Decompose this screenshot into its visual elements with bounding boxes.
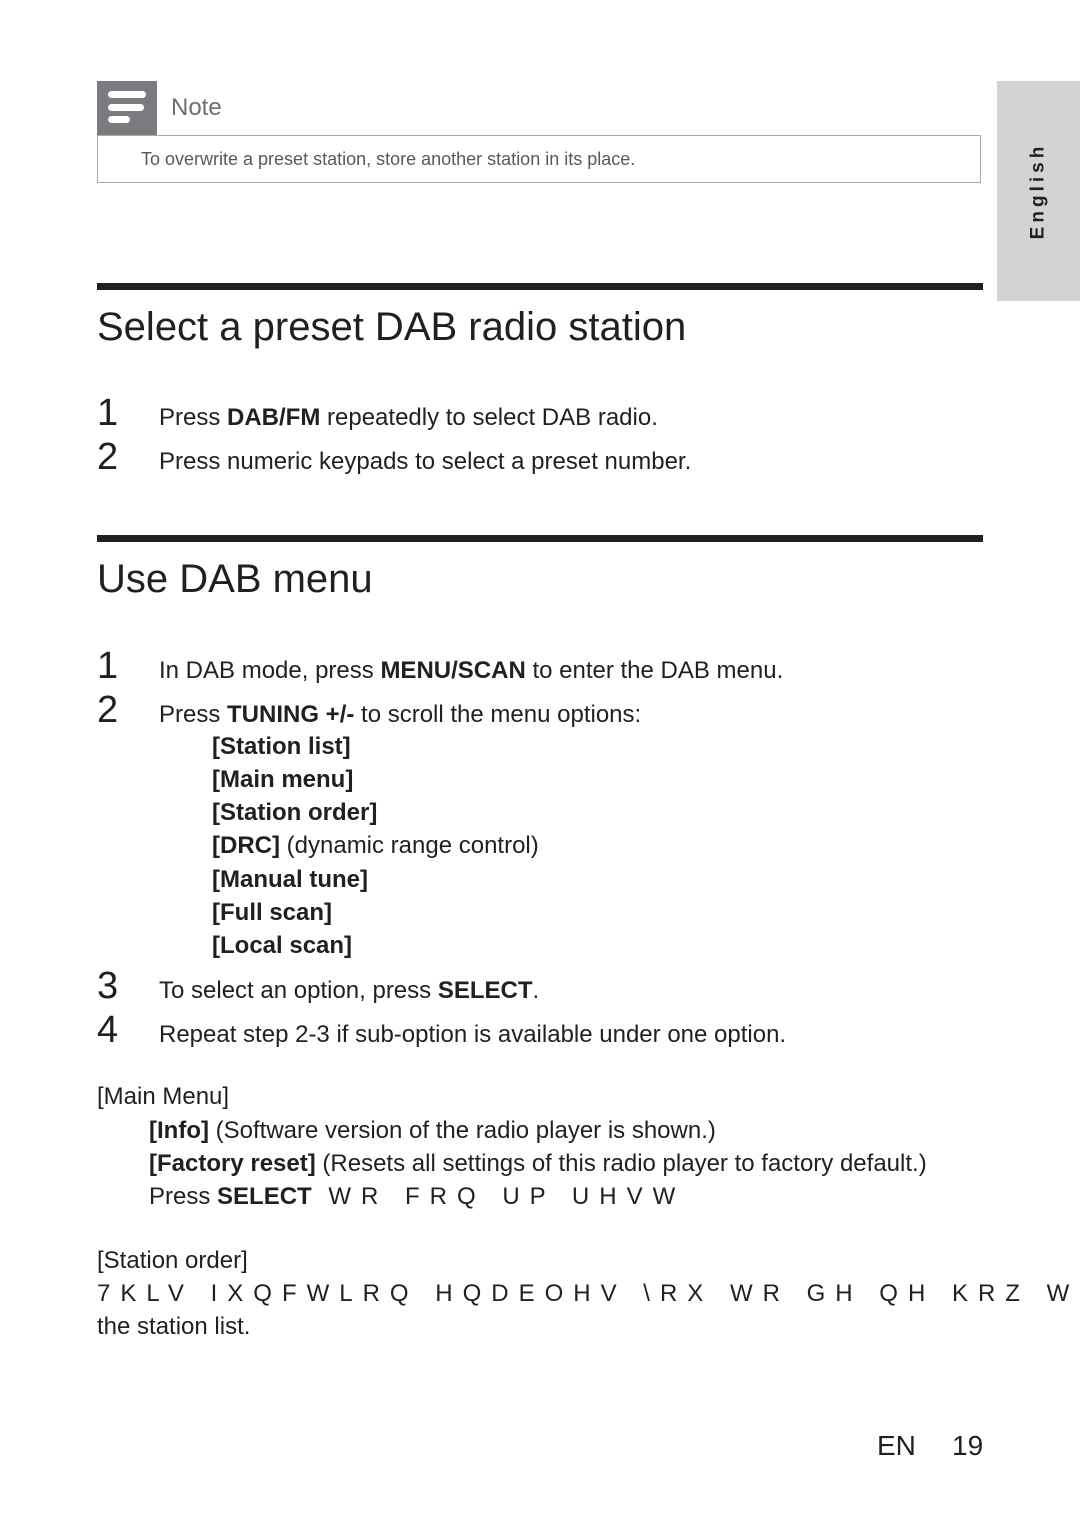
step-item: 1 Press DAB/FM repeatedly to select DAB … [97,392,658,435]
section-divider [97,283,983,290]
language-tab: English [997,81,1080,301]
note-header: Note [97,81,981,135]
step-number: 3 [97,965,119,1007]
note-text: To overwrite a preset station, store ano… [97,135,981,183]
factory-reset-line: [Factory reset] (Resets all settings of … [149,1150,927,1177]
footer-language: EN [877,1430,916,1461]
step-number: 1 [97,645,119,687]
main-menu-heading: [Main Menu] [97,1083,230,1110]
menu-option: [DRC] (dynamic range control) [212,832,539,859]
menu-option: [Station list] [212,733,351,760]
menu-option: [Main menu] [212,766,354,793]
page-number: 19 [952,1430,984,1461]
menu-option: [Station order] [212,799,378,826]
station-order-heading: [Station order] [97,1247,248,1274]
step-text: To select an option, press SELECT. [159,977,540,1004]
step-number: 2 [97,436,119,478]
step-text: Press TUNING +/- to scroll the menu opti… [159,701,642,728]
step-text: Press numeric keypads to select a preset… [159,448,692,475]
step-item: 3 To select an option, press SELECT. [97,965,539,1008]
info-line: [Info] (Software version of the radio pl… [149,1117,716,1144]
menu-option: [Local scan] [212,932,353,959]
menu-option: [Manual tune] [212,866,368,893]
step-text: Repeat step 2-3 if sub-option is availab… [159,1021,787,1048]
station-order-line1: 7KLV IXQFWLRQ HQDEOHV \RX WR GH QH KRZ W… [97,1280,1080,1307]
press-select-line: Press SELECT WR FRQ UP UHVW [149,1183,686,1210]
step-item: 2 Press numeric keypads to select a pres… [97,436,691,479]
step-number: 4 [97,1009,119,1051]
step-number: 2 [97,689,119,731]
note-title: Note [171,94,222,121]
step-text: Press DAB/FM repeatedly to select DAB ra… [159,404,658,431]
step-item: 4 Repeat step 2-3 if sub-option is avail… [97,1009,786,1052]
step-number: 1 [97,392,119,434]
station-order-line2: the station list. [97,1313,251,1340]
section-heading-preset: Select a preset DAB radio station [97,305,687,349]
language-label: English [1027,142,1049,240]
step-item: 2 Press TUNING +/- to scroll the menu op… [97,689,641,732]
note-icon [97,81,157,135]
step-item: 1 In DAB mode, press MENU/SCAN to enter … [97,645,783,688]
step-text: In DAB mode, press MENU/SCAN to enter th… [159,657,784,684]
menu-option: [Full scan] [212,899,333,926]
section-divider [97,535,983,542]
section-heading-dab-menu: Use DAB menu [97,557,373,601]
note-box: Note To overwrite a preset station, stor… [97,81,981,183]
